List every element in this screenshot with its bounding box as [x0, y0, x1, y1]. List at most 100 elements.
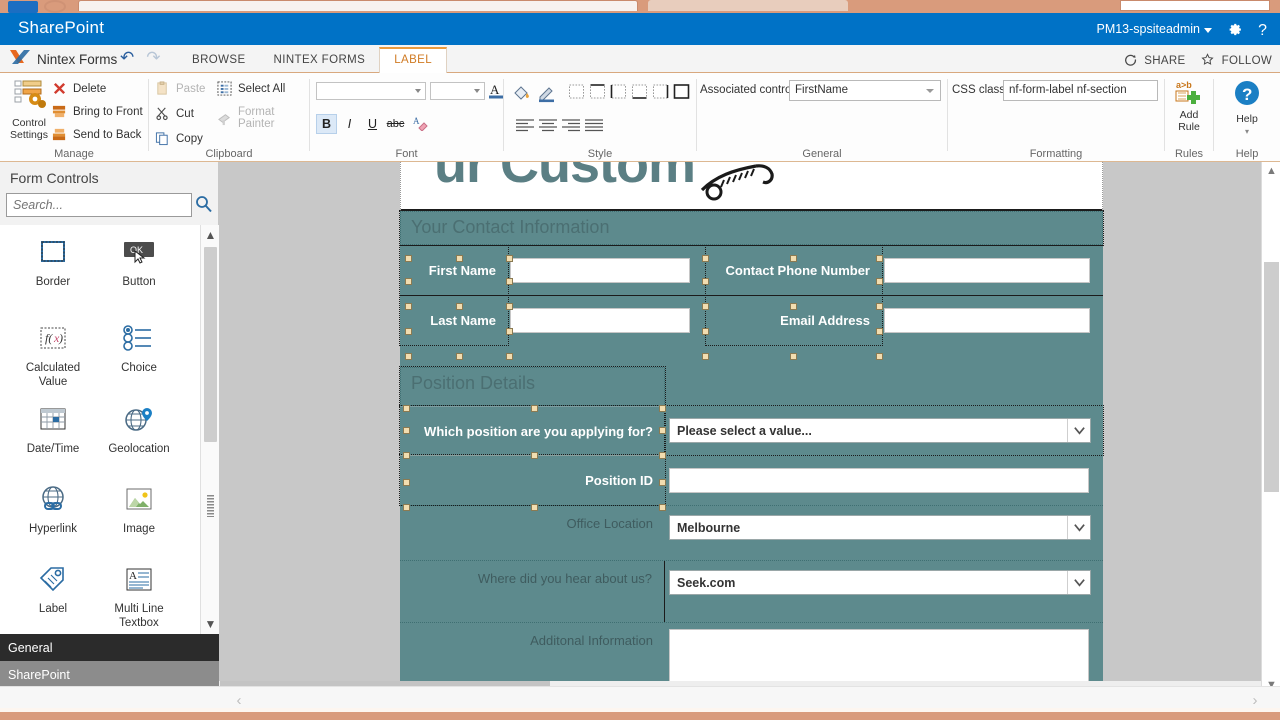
search-input-field[interactable]: [7, 194, 191, 216]
border-right-button[interactable]: [651, 83, 670, 100]
selection-handle[interactable]: [405, 278, 412, 285]
redo-arrow-icon[interactable]: ↷: [146, 49, 160, 66]
help-button[interactable]: ? Help ▾: [1214, 79, 1280, 137]
control-item-image[interactable]: Image: [96, 480, 182, 537]
scrollbar-thumb[interactable]: [204, 247, 217, 442]
control-item-button[interactable]: OK Button: [96, 233, 182, 290]
selection-handle[interactable]: [403, 452, 410, 459]
control-cell-position-id[interactable]: [665, 455, 1103, 505]
border-color-button[interactable]: [536, 83, 558, 103]
chevron-down-icon[interactable]: ▾: [1214, 126, 1280, 138]
input-email-address[interactable]: [884, 308, 1090, 333]
tab-label[interactable]: LABEL: [379, 47, 448, 73]
selection-handle[interactable]: [506, 255, 513, 262]
label-cell-additional-info[interactable]: Additonal Information: [400, 623, 665, 682]
label-cell-first-name[interactable]: First Name: [399, 245, 509, 296]
strikethrough-button[interactable]: abc: [385, 114, 406, 134]
selection-handle[interactable]: [876, 255, 883, 262]
border-all-button[interactable]: [672, 83, 691, 100]
selection-handle[interactable]: [659, 427, 666, 434]
selection-handle[interactable]: [876, 303, 883, 310]
bold-button[interactable]: B: [316, 114, 337, 134]
sharepoint-logo-text[interactable]: SharePoint: [18, 18, 104, 38]
selection-handle[interactable]: [403, 479, 410, 486]
selection-handle[interactable]: [790, 353, 797, 360]
border-none-button[interactable]: [567, 83, 586, 100]
control-cell-email[interactable]: [882, 296, 1103, 345]
control-cell-last-name[interactable]: [508, 296, 706, 345]
tab-nintex-forms[interactable]: NINTEX FORMS: [260, 54, 380, 73]
label-cell-office-location[interactable]: Office Location: [400, 506, 665, 560]
underline-button[interactable]: U: [362, 114, 383, 134]
align-right-button[interactable]: [560, 116, 582, 133]
control-settings-button[interactable]: Control Settings: [6, 79, 52, 141]
selection-handle[interactable]: [506, 278, 513, 285]
dropdown-which-position[interactable]: Please select a value...: [669, 418, 1091, 443]
section-header-position[interactable]: Position Details: [399, 366, 666, 407]
font-name-combo[interactable]: [316, 82, 426, 100]
label-cell-referral[interactable]: Where did you hear about us?: [400, 561, 665, 622]
control-cell-office-location[interactable]: Melbourne: [665, 506, 1103, 560]
sidebar-section-general[interactable]: General: [0, 634, 219, 661]
dropdown-referral-source[interactable]: Seek.com: [669, 570, 1091, 595]
form-designer-canvas[interactable]: ur Custom Your Contact Information First…: [219, 162, 1261, 694]
border-bottom-button[interactable]: [630, 83, 649, 100]
selection-handle[interactable]: [659, 452, 666, 459]
textarea-additional-information[interactable]: [669, 629, 1089, 685]
section-header-contact[interactable]: Your Contact Information: [399, 210, 1104, 246]
input-last-name[interactable]: [510, 308, 690, 333]
selection-handle[interactable]: [659, 405, 666, 412]
font-size-combo[interactable]: [430, 82, 485, 100]
user-menu[interactable]: PM13-spsiteadmin: [1096, 22, 1212, 36]
add-rule-button[interactable]: a>b Add Rule: [1165, 79, 1213, 133]
selection-handle[interactable]: [702, 255, 709, 262]
label-cell-contact-phone[interactable]: Contact Phone Number: [705, 245, 883, 296]
scroll-up-arrow-icon[interactable]: ▲: [1262, 162, 1280, 180]
border-left-button[interactable]: [609, 83, 628, 100]
label-cell-last-name[interactable]: Last Name: [399, 295, 509, 346]
italic-button[interactable]: I: [339, 114, 360, 134]
selection-handle[interactable]: [702, 278, 709, 285]
browser-address-field[interactable]: [1120, 0, 1270, 11]
control-item-calculated-value[interactable]: f(x) Calculated Value: [10, 319, 96, 389]
control-item-multi-line-textbox[interactable]: A Multi Line Textbox: [96, 560, 182, 630]
control-item-choice[interactable]: Choice: [96, 319, 182, 376]
label-cell-which-position[interactable]: Which position are you applying for?: [399, 405, 666, 456]
scroll-down-arrow-icon[interactable]: ▼: [201, 614, 220, 634]
selection-handle[interactable]: [456, 353, 463, 360]
nav-right-arrow-icon[interactable]: ›: [1244, 691, 1266, 709]
follow-button[interactable]: FOLLOW: [1201, 51, 1272, 67]
tab-browse[interactable]: BROWSE: [178, 54, 260, 73]
paste-button[interactable]: Paste: [155, 81, 205, 96]
selection-handle[interactable]: [405, 353, 412, 360]
control-item-hyperlink[interactable]: Hyperlink: [10, 480, 96, 537]
associated-control-select[interactable]: FirstName: [789, 80, 941, 101]
selection-handle[interactable]: [456, 303, 463, 310]
selection-handle[interactable]: [876, 328, 883, 335]
scrollbar-thumb[interactable]: [1264, 262, 1279, 492]
undo-arrow-icon[interactable]: ↶: [120, 49, 134, 66]
scroll-up-arrow-icon[interactable]: ▲: [201, 225, 220, 245]
select-all-button[interactable]: Select All: [217, 81, 285, 96]
input-position-id[interactable]: [669, 467, 1089, 493]
selection-handle[interactable]: [403, 427, 410, 434]
share-button[interactable]: SHARE: [1124, 51, 1185, 67]
search-icon[interactable]: [194, 194, 214, 216]
control-cell-contact-phone[interactable]: [882, 246, 1103, 295]
selection-handle[interactable]: [702, 303, 709, 310]
nav-left-arrow-icon[interactable]: ‹: [228, 691, 250, 709]
control-item-border[interactable]: Border: [10, 233, 96, 290]
copy-button[interactable]: Copy: [155, 131, 203, 146]
selection-handle[interactable]: [405, 328, 412, 335]
selection-handle[interactable]: [531, 504, 538, 511]
selection-handle[interactable]: [659, 479, 666, 486]
selection-handle[interactable]: [702, 353, 709, 360]
control-item-date-time[interactable]: Date/Time: [10, 400, 96, 457]
dropdown-office-location[interactable]: Melbourne: [669, 515, 1091, 540]
selection-handle[interactable]: [702, 328, 709, 335]
cut-button[interactable]: Cut: [155, 106, 194, 121]
selection-handle[interactable]: [659, 504, 666, 511]
search-input[interactable]: [6, 193, 192, 217]
gear-icon[interactable]: [1226, 21, 1243, 38]
selection-handle[interactable]: [456, 255, 463, 262]
